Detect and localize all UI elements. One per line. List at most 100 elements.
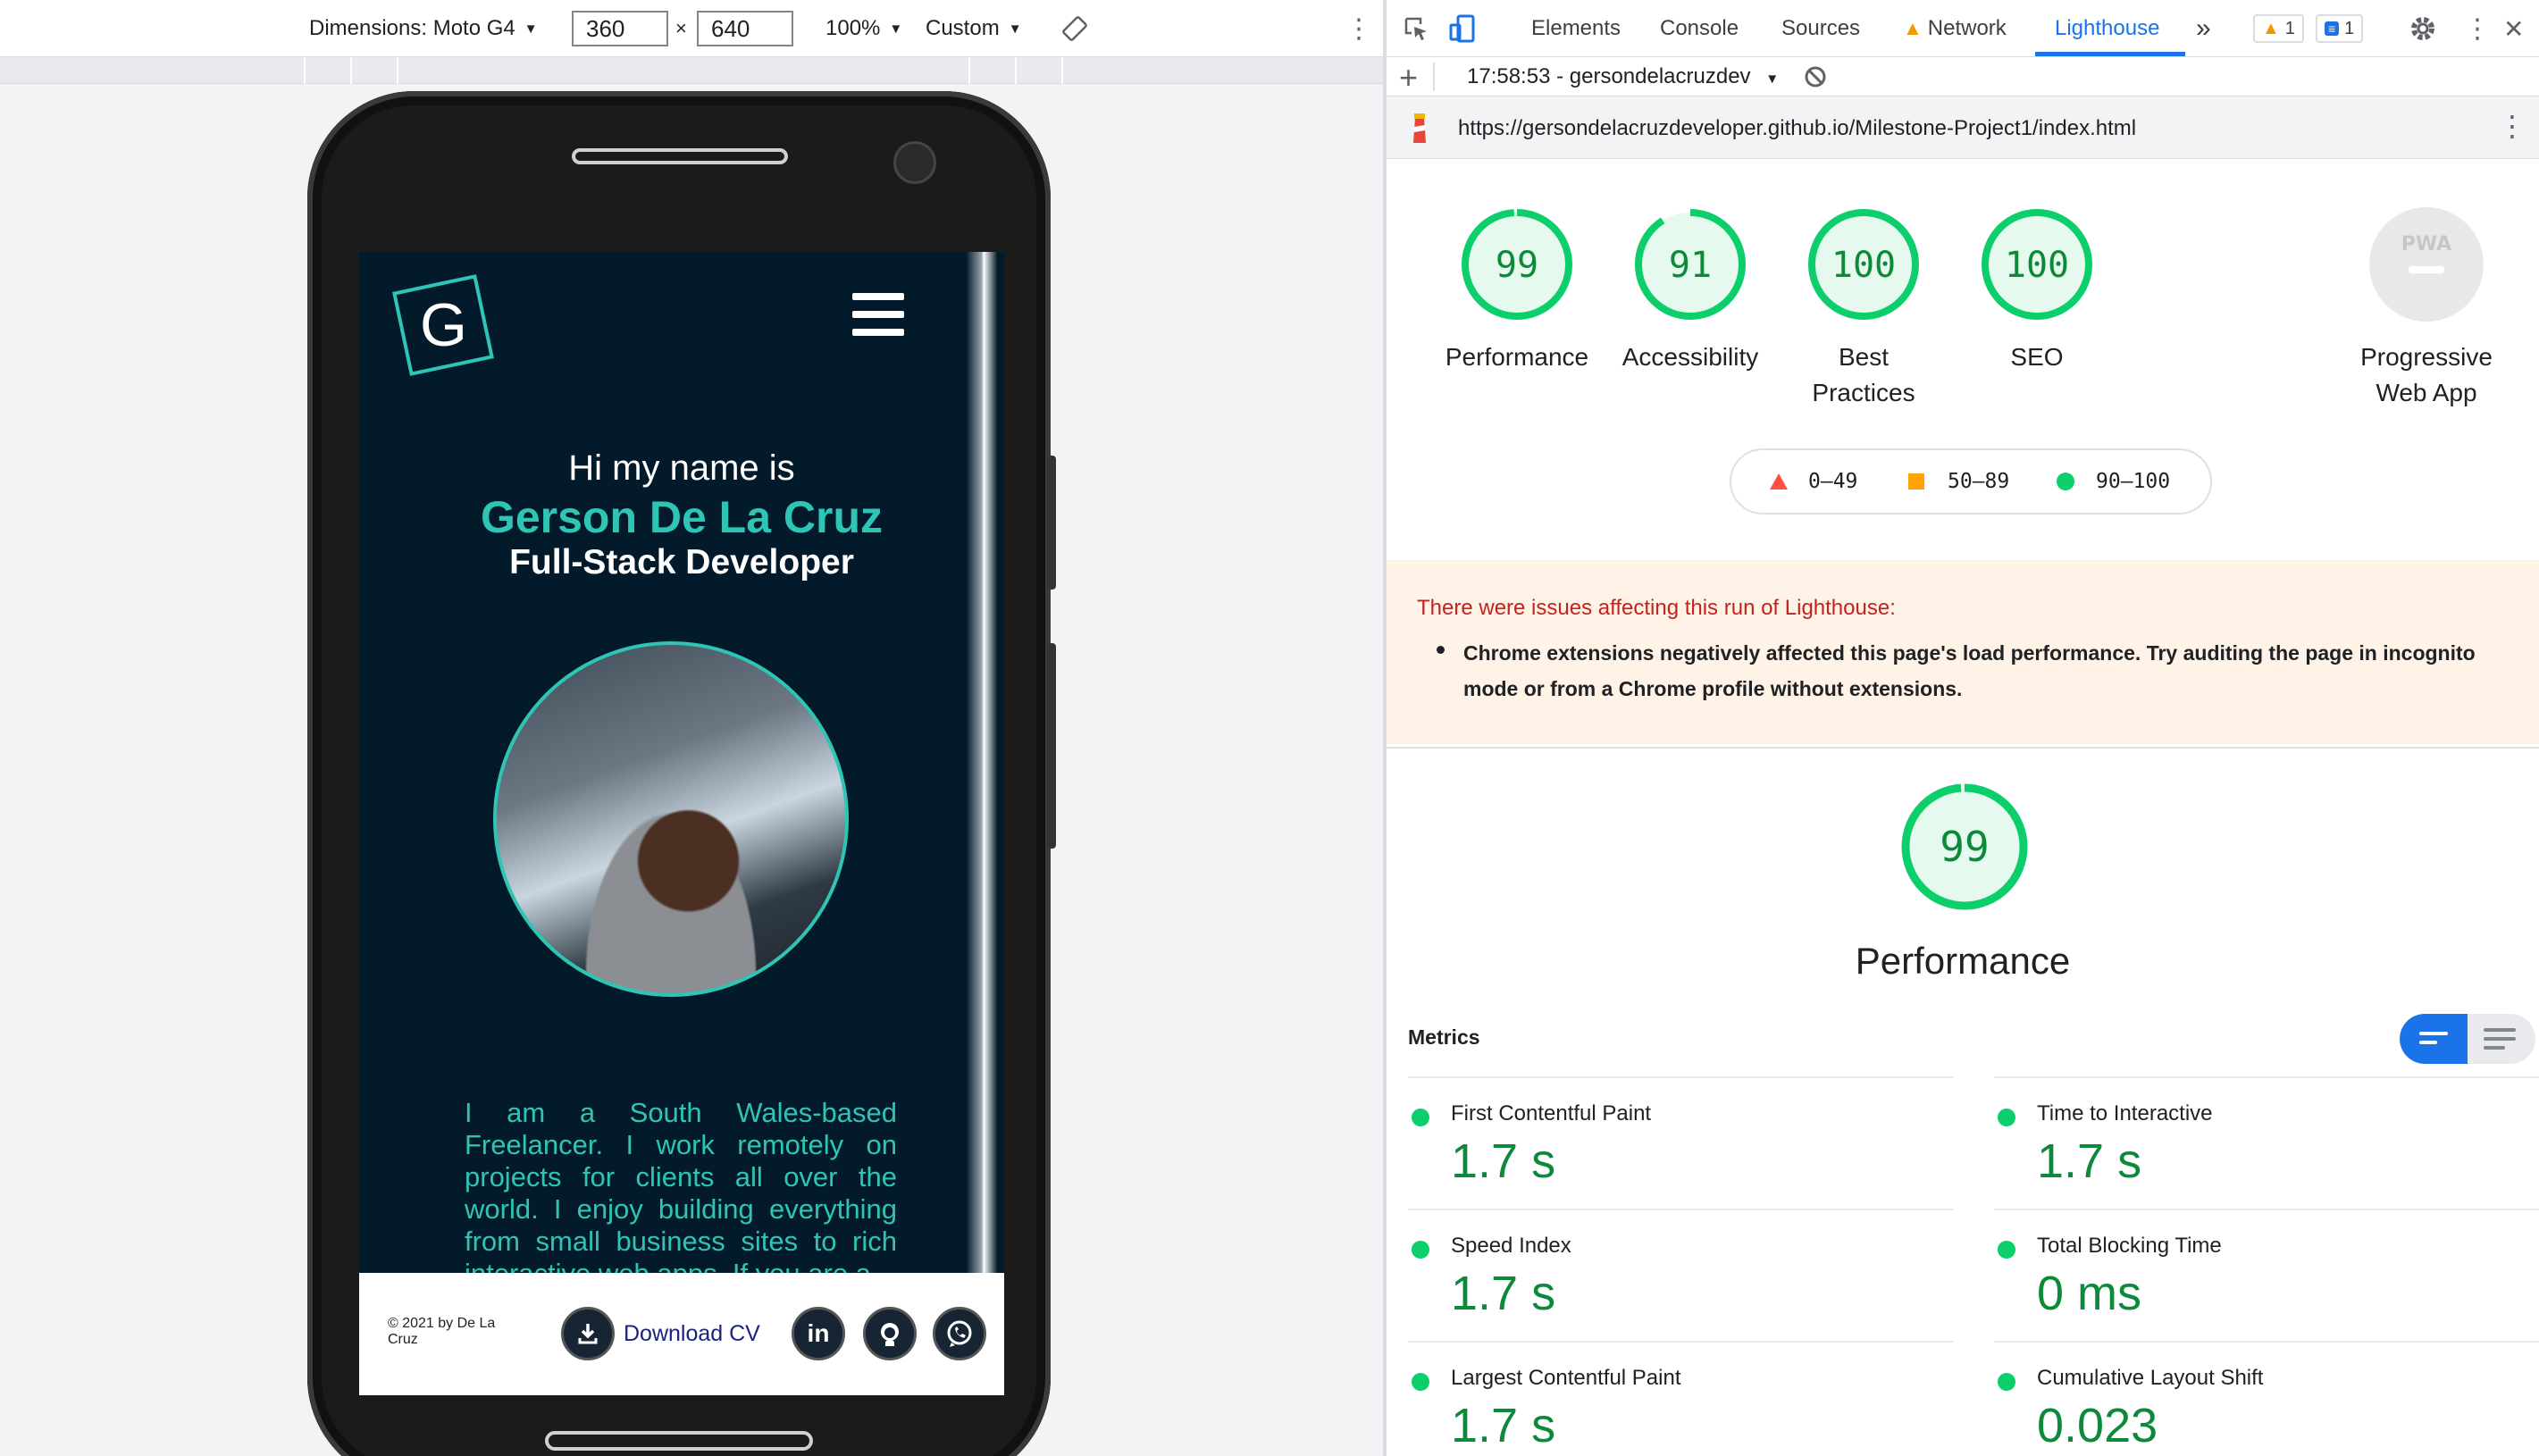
category-gauge[interactable]: 100 Best Practices xyxy=(1774,205,1953,411)
site-scrollbar[interactable] xyxy=(967,252,997,1275)
report-url-bar: https://gersondelacruzdeveloper.github.i… xyxy=(1387,96,2539,159)
more-options-icon[interactable]: ⋮ xyxy=(2464,0,2491,57)
device-emulation-pane: Dimensions: Moto G4 ▼ 360 × 640 100% ▼ C… xyxy=(0,0,1383,1456)
whatsapp-icon[interactable] xyxy=(933,1307,986,1360)
settings-gear-icon[interactable] xyxy=(2409,0,2437,57)
lighthouse-toolbar: + 17:58:53 - gersondelacruzdev ▼ xyxy=(1387,57,2539,96)
metric-name: Cumulative Layout Shift xyxy=(2037,1366,2264,1390)
profile-photo xyxy=(493,641,849,997)
device-select[interactable]: Dimensions: Moto G4 ▼ xyxy=(309,0,538,57)
legend-fail: 0–49 xyxy=(1769,450,1857,513)
tab-console[interactable]: Console xyxy=(1660,0,1739,57)
hero-greeting: Hi my name is xyxy=(568,448,795,488)
warnings-badge[interactable]: ▲ 1 xyxy=(2253,14,2304,43)
hamburger-menu-icon[interactable] xyxy=(852,293,904,347)
pass-circle-icon xyxy=(1998,1373,2015,1391)
category-gauge[interactable]: 100 SEO xyxy=(1948,205,2126,375)
rotate-icon[interactable] xyxy=(1061,0,1088,57)
score-legend: 0–49 50–89 90–100 xyxy=(1730,448,2212,515)
emulated-site: G Hi my name is Gerson De La Cruz Full-S… xyxy=(359,252,1004,1395)
pass-circle-icon xyxy=(1998,1241,2015,1259)
more-options-icon[interactable]: ⋮ xyxy=(2498,109,2526,143)
score-value: 100 xyxy=(1831,245,1896,286)
download-cv-link[interactable]: Download CV xyxy=(624,1321,760,1347)
metric-name: Largest Contentful Paint xyxy=(1451,1366,1681,1390)
report-select[interactable]: 17:58:53 - gersondelacruzdev ▼ xyxy=(1467,64,1779,89)
logo-letter: G xyxy=(419,291,467,359)
toolbar-separator xyxy=(1433,63,1435,91)
site-logo[interactable]: G xyxy=(392,274,494,376)
metric-name: Speed Index xyxy=(1451,1234,1571,1258)
metric-item: Speed Index 1.7 s xyxy=(1408,1209,1953,1341)
clear-icon[interactable] xyxy=(1803,64,1828,96)
more-tabs-icon[interactable]: » xyxy=(2196,0,2211,57)
metric-item: First Contentful Paint 1.7 s xyxy=(1408,1076,1953,1209)
media-query-marker xyxy=(304,57,306,84)
times-sign: × xyxy=(675,17,687,39)
close-icon[interactable]: ✕ xyxy=(2503,0,2524,57)
phone-camera xyxy=(893,141,936,184)
phone-speaker xyxy=(572,148,788,164)
phone-side-button xyxy=(1047,643,1056,849)
toggle-compact-view[interactable] xyxy=(2400,1014,2468,1064)
bullet xyxy=(1437,646,1445,654)
height-input[interactable]: 640 xyxy=(697,11,793,46)
performance-score: 99 xyxy=(1940,823,1989,871)
chevron-down-icon: ▼ xyxy=(1765,71,1780,87)
linkedin-icon[interactable]: in xyxy=(792,1307,845,1360)
width-input[interactable]: 360 xyxy=(572,11,668,46)
tab-sources[interactable]: Sources xyxy=(1781,0,1860,57)
tab-lighthouse[interactable]: Lighthouse xyxy=(2055,0,2159,57)
section-divider xyxy=(1387,747,2539,749)
performance-big-gauge[interactable]: 99 xyxy=(1900,782,2029,916)
category-label-line1: Accessibility xyxy=(1621,343,1759,371)
toggle-expanded-view[interactable] xyxy=(2468,1014,2535,1064)
runtime-warning: There were issues affecting this run of … xyxy=(1387,560,2539,744)
metric-value: 1.7 s xyxy=(2037,1134,2142,1188)
score-ring: 91 xyxy=(1635,209,1746,320)
pass-circle-icon xyxy=(1412,1241,1429,1259)
metric-item: Total Blocking Time 0 ms xyxy=(1994,1209,2539,1341)
pwa-badge-icon: PWA xyxy=(2369,207,2484,322)
issues-count: 1 xyxy=(2344,18,2355,38)
score-value: 100 xyxy=(2005,245,2069,286)
svg-text:PWA: PWA xyxy=(2401,233,2451,255)
category-label-line1: Performance xyxy=(1445,343,1589,371)
pass-circle-icon xyxy=(1998,1109,2015,1126)
zoom-select[interactable]: 100% ▼ xyxy=(825,0,902,57)
category-gauge[interactable]: 99 Performance xyxy=(1428,205,1606,375)
throttle-select[interactable]: Custom ▼ xyxy=(926,0,1022,57)
pwa-gauge[interactable]: PWA Progressive Web App xyxy=(2337,205,2516,411)
hero-role: Full-Stack Developer xyxy=(509,543,854,582)
score-value: 91 xyxy=(1669,245,1712,286)
pwa-label: Progressive Web App xyxy=(2337,339,2516,411)
media-query-bar[interactable] xyxy=(0,57,1383,84)
github-icon[interactable] xyxy=(863,1307,917,1360)
warning-title: There were issues affecting this run of … xyxy=(1417,596,1896,620)
issues-badge[interactable]: ≡ 1 xyxy=(2316,14,2364,43)
category-gauge[interactable]: 91 Accessibility xyxy=(1601,205,1780,375)
new-report-icon[interactable]: + xyxy=(1399,59,1418,96)
category-label: Performance xyxy=(1428,339,1606,375)
pwa-label-line2: Web App xyxy=(2376,379,2477,406)
media-query-marker xyxy=(1015,57,1017,84)
report-url[interactable]: https://gersondelacruzdeveloper.github.i… xyxy=(1458,116,2136,141)
hero-name: Gerson De La Cruz xyxy=(480,492,884,542)
tab-network[interactable]: ▲ Network xyxy=(1903,0,2007,57)
chevron-down-icon: ▼ xyxy=(889,21,903,37)
tab-elements[interactable]: Elements xyxy=(1531,0,1621,57)
zoom-label: 100% xyxy=(825,16,881,40)
metric-value: 1.7 s xyxy=(1451,1399,1556,1452)
score-ring: 100 xyxy=(1808,209,1919,320)
warning-icon: ▲ xyxy=(2262,18,2280,38)
inspect-element-icon[interactable] xyxy=(1403,0,1429,57)
metric-value: 1.7 s xyxy=(1451,1134,1556,1188)
throttle-label: Custom xyxy=(926,16,1000,40)
phone-side-button xyxy=(1047,456,1056,590)
metric-name: Time to Interactive xyxy=(2037,1101,2213,1125)
category-label: Accessibility xyxy=(1601,339,1780,375)
download-icon[interactable] xyxy=(561,1307,615,1360)
device-toggle-icon[interactable] xyxy=(1449,0,1476,57)
metrics-view-toggle[interactable] xyxy=(2400,1014,2535,1064)
more-options-icon[interactable]: ⋮ xyxy=(1345,0,1372,57)
